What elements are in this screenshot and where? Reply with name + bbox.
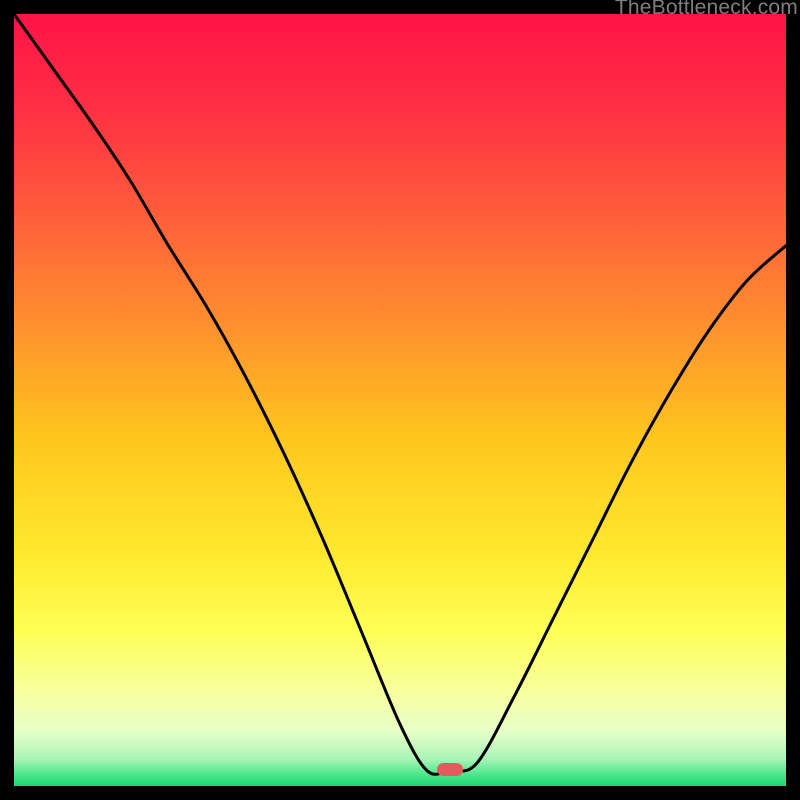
- optimal-marker: [437, 763, 463, 776]
- bottleneck-curve: [14, 14, 786, 786]
- watermark-text: TheBottleneck.com: [615, 0, 798, 20]
- chart-frame: TheBottleneck.com: [0, 0, 800, 800]
- plot-area: [14, 14, 786, 786]
